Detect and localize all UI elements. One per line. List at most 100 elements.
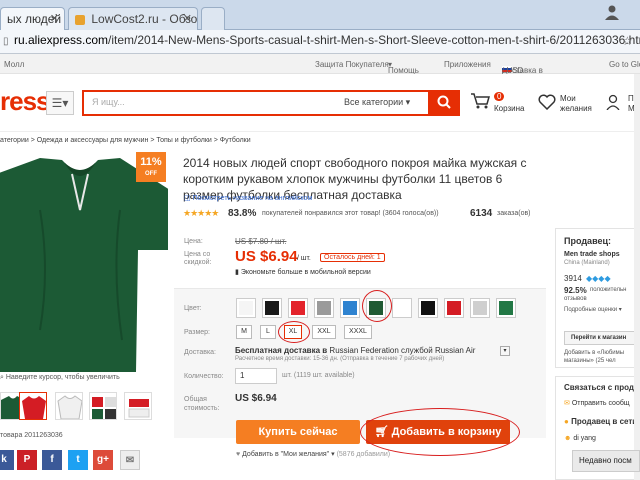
size-option-l[interactable]: L — [260, 325, 276, 339]
mall-link[interactable]: Молл — [4, 60, 24, 69]
breadcrumb[interactable]: атегории > Одежда и аксессуары для мужчи… — [0, 137, 640, 144]
pinterest-share-icon[interactable]: P — [17, 450, 37, 470]
email-share-icon[interactable]: ✉ — [120, 450, 140, 470]
discount-price-label-2: скидкой: — [184, 259, 212, 266]
close-tab-icon[interactable]: ✕ — [50, 8, 59, 30]
seller-online-title: ● Продавец в сети — [564, 417, 638, 426]
aliexpress-logo[interactable]: ress — [0, 86, 50, 117]
current-price: US $6.94 — [235, 248, 298, 265]
quantity-input[interactable]: 1 — [235, 368, 277, 384]
color-swatch[interactable] — [262, 298, 282, 318]
global-site-link[interactable]: Go to Glo — [609, 60, 640, 69]
heart-icon: ♥ — [236, 451, 241, 458]
thumbnail-red[interactable] — [19, 392, 47, 420]
green-tshirt-image — [0, 150, 168, 372]
url-text[interactable]: ru.aliexpress.com/item/2014-New-Mens-Spo… — [14, 33, 640, 47]
mobile-savings-link[interactable]: ▮ Экономьте больше в мобильной версии — [235, 268, 371, 276]
chat-seller-link[interactable]: ☻ di yang — [564, 435, 596, 442]
cart-icon — [471, 93, 490, 109]
close-tab-icon[interactable]: ✕ — [183, 8, 192, 30]
send-message-link[interactable]: ✉ Отправить сообщ — [564, 399, 630, 407]
annotation-circle-color — [362, 290, 392, 322]
cart-label[interactable]: Корзина — [494, 104, 524, 114]
seller-panel: Продавец: Men trade shops China (Mainlan… — [555, 228, 640, 368]
zoom-icon: ⌕ — [0, 374, 4, 381]
wishlist-button[interactable] — [538, 94, 556, 113]
quantity-label: Количество: — [184, 373, 224, 380]
size-option-xxxl[interactable]: XXXL — [344, 325, 372, 339]
price-label: Цена: — [184, 238, 203, 245]
search-input[interactable]: Я ищу... — [92, 97, 125, 107]
user-icon[interactable] — [604, 4, 620, 20]
shipping-info: Бесплатная доставка в Russian Federation… — [235, 346, 476, 355]
color-swatch[interactable] — [340, 298, 360, 318]
days-left-badge: Осталось дней: 1 — [320, 253, 385, 262]
page-scrollbar[interactable] — [634, 74, 640, 480]
tab-aliexpress[interactable]: ых людей с ✕ — [0, 7, 65, 30]
bookmark-star-icon[interactable]: ☆ — [622, 34, 633, 48]
color-swatch[interactable] — [444, 298, 464, 318]
color-swatch[interactable] — [392, 298, 412, 318]
seller-name[interactable]: Men trade shops — [564, 251, 620, 258]
recently-viewed-popup[interactable]: Недавно посм — [572, 450, 640, 472]
color-swatch-fill — [421, 301, 435, 315]
color-swatch[interactable] — [288, 298, 308, 318]
translate-icon: ◫ — [184, 195, 191, 202]
wishlist-label-1[interactable]: Мои — [560, 94, 576, 104]
search-button[interactable] — [428, 90, 460, 116]
color-swatch-fill — [447, 301, 461, 315]
thumbnail-folded[interactable] — [124, 392, 152, 420]
shipping-time: Расчетное время доставки: 15-36 дн. (Отп… — [235, 356, 445, 362]
search-icon — [437, 95, 451, 109]
product-main-image[interactable]: 11% OFF — [0, 150, 168, 372]
color-swatch[interactable] — [470, 298, 490, 318]
apps-link[interactable]: Приложения — [444, 60, 491, 69]
color-label: Цвет: — [184, 305, 202, 312]
orders-label: заказа(ов) — [497, 210, 531, 217]
color-swatch[interactable] — [314, 298, 334, 318]
chat-person-icon: ☻ — [564, 435, 572, 442]
page-icon: ▯ — [3, 36, 9, 47]
color-swatch-fill — [239, 301, 253, 315]
buy-now-button[interactable]: Купить сейчас — [236, 420, 360, 444]
color-swatch[interactable] — [496, 298, 516, 318]
shipping-dropdown-icon[interactable]: ▾ — [500, 346, 510, 356]
thumbnail-white[interactable] — [55, 392, 83, 420]
cart-button[interactable] — [470, 92, 490, 113]
annotation-circle-cart — [360, 408, 520, 456]
zoom-hint: ⌕ Наведите курсор, чтобы увеличить — [0, 374, 120, 381]
seller-reviews-text: отзывов — [564, 296, 587, 302]
envelope-icon: ✉ — [564, 400, 570, 407]
favorite-store-count: магазины» (25 чел — [564, 358, 616, 364]
seller-details-link[interactable]: Подробные оценки ▾ — [564, 306, 622, 313]
size-option-m[interactable]: M — [236, 325, 252, 339]
add-to-wishlist-link[interactable]: ♥ Добавить в "Мои желания" ▾ (5876 добав… — [236, 450, 390, 458]
color-swatch[interactable] — [236, 298, 256, 318]
vk-share-icon[interactable]: k — [0, 450, 14, 470]
color-swatch-fill — [265, 301, 279, 315]
facebook-share-icon[interactable]: f — [42, 450, 62, 470]
browser-tab-bar: ых людей с ✕ LowCost2.ru - Обзор ✕ — [0, 0, 640, 30]
address-bar[interactable]: ▯ ru.aliexpress.com/item/2014-New-Mens-S… — [0, 30, 640, 54]
buyer-protection-link[interactable]: Защита Покупателя — [315, 60, 389, 69]
color-swatch-fill — [473, 301, 487, 315]
google-plus-share-icon[interactable]: g+ — [93, 450, 113, 470]
size-option-xxl[interactable]: XXL — [312, 325, 336, 339]
favorite-store-link[interactable]: Добавить в «Любимы — [564, 350, 624, 356]
profile-button[interactable] — [606, 94, 620, 113]
search-category-select[interactable]: Все категории ▾ — [344, 97, 410, 108]
new-tab-button[interactable] — [201, 7, 225, 30]
rating-text[interactable]: покупателей понравился этот товар! (3604… — [262, 210, 439, 217]
color-swatch[interactable] — [418, 298, 438, 318]
discount-price-label-1: Цена со — [184, 251, 211, 258]
thumbnail-multi[interactable] — [89, 392, 117, 420]
mobile-phone-icon: ▮ — [235, 269, 239, 276]
tab-lowcost[interactable]: LowCost2.ru - Обзор ✕ — [68, 7, 198, 30]
translate-link[interactable]: ◫ Посмотреть название на английском — [184, 194, 312, 202]
seller-diamond-icon: ◆◆◆◆ — [586, 274, 611, 283]
wishlist-label-2[interactable]: желания — [560, 104, 592, 114]
categories-menu-button[interactable]: ☰▾ — [46, 91, 74, 115]
visit-store-button[interactable]: Перейти к магазин — [564, 331, 640, 345]
twitter-share-icon[interactable]: t — [68, 450, 88, 470]
help-link[interactable]: Помощь ▾ — [388, 60, 419, 75]
